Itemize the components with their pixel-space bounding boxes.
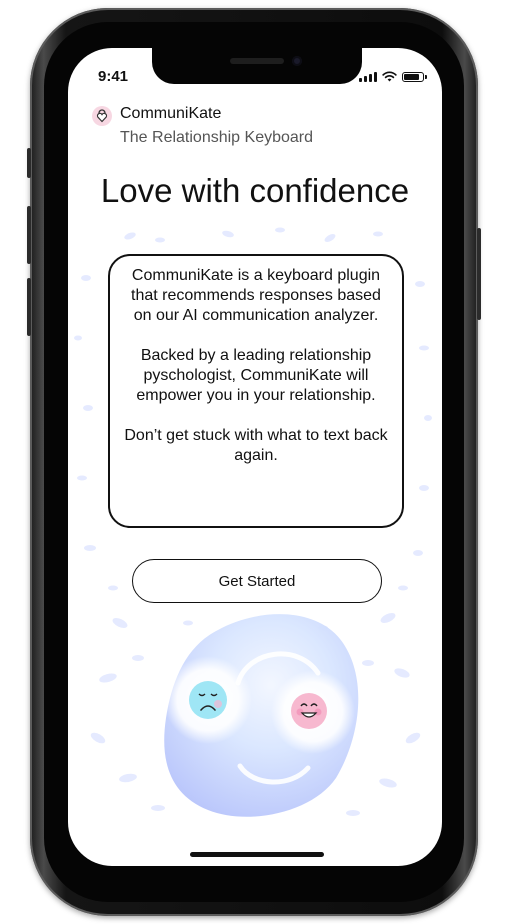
page-headline: Love with confidence <box>100 172 410 209</box>
phone-screen: 9:41 CommuniKate The Relationship Keyboa… <box>68 48 442 866</box>
happy-face-icon <box>291 693 327 729</box>
signal-icon <box>359 71 377 82</box>
status-time: 9:41 <box>98 68 129 85</box>
power-button <box>477 228 481 320</box>
app-tagline: The Relationship Keyboard <box>120 129 314 146</box>
description-paragraph: CommuniKate is a keyboard plugin that re… <box>131 267 381 324</box>
description-paragraph: Backed by a leading relationship pyschol… <box>136 347 376 404</box>
mute-switch <box>27 148 31 178</box>
battery-icon <box>402 71 427 82</box>
sad-face-icon <box>189 681 227 719</box>
volume-up-button <box>27 206 31 264</box>
app-logo-icon <box>92 106 112 126</box>
home-indicator[interactable] <box>190 852 324 857</box>
hero-illustration <box>164 614 359 817</box>
description-card: CommuniKate is a keyboard plugin that re… <box>108 254 404 528</box>
status-icons <box>359 71 427 82</box>
notch <box>152 48 362 84</box>
volume-down-button <box>27 278 31 336</box>
app-name: CommuniKate <box>120 105 222 122</box>
description-paragraph: Don’t get stuck with what to text back a… <box>124 427 388 464</box>
wifi-icon <box>382 71 397 82</box>
front-camera <box>292 56 302 66</box>
speaker <box>230 58 284 64</box>
